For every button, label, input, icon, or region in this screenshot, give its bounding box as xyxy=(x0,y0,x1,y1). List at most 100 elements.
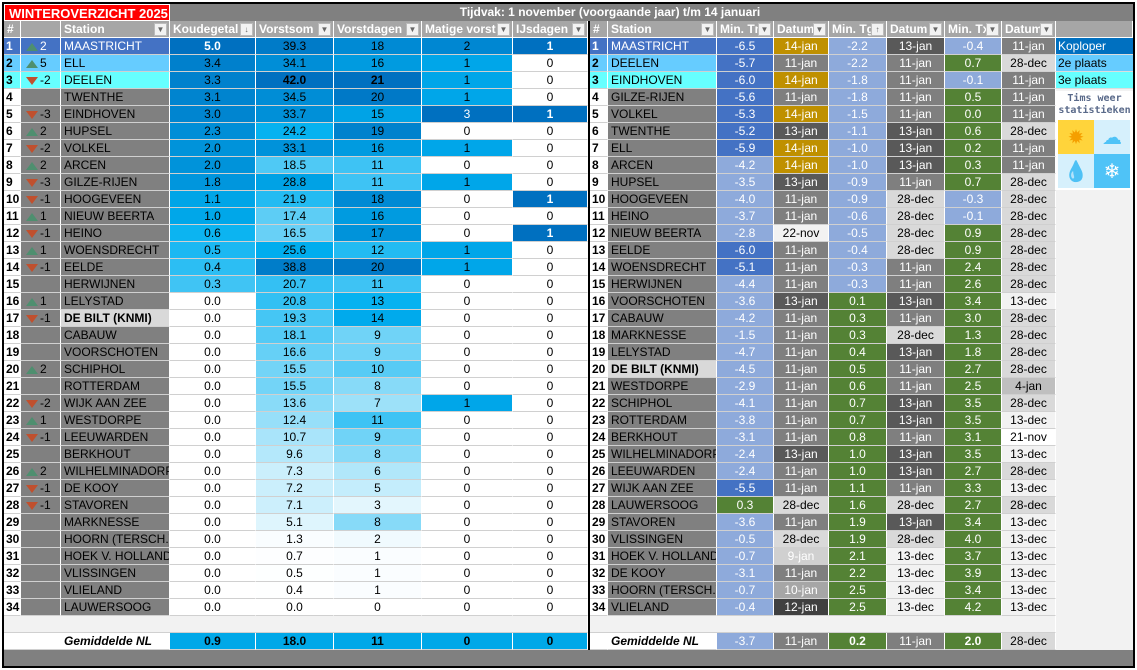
cloud-icon: ☁ xyxy=(1094,120,1130,154)
trend-indicator xyxy=(21,599,61,616)
header-station[interactable]: Station ▼ xyxy=(61,21,170,38)
station-name: LAUWERSOOG xyxy=(61,599,170,616)
row-rank: 19 xyxy=(590,344,608,361)
filter-dropdown-icon[interactable]: ▼ xyxy=(986,23,999,36)
filter-dropdown-icon[interactable]: ▼ xyxy=(758,23,771,36)
station-name: ELL xyxy=(608,140,717,157)
station-name: VLIELAND xyxy=(608,599,717,616)
min-tn-value: -3.6 xyxy=(717,293,774,310)
datum-tg: 13-jan xyxy=(887,344,945,361)
average-value: 0 xyxy=(513,633,588,650)
min-tx-value: 0.0 xyxy=(945,106,1002,123)
station-name: ARCEN xyxy=(61,157,170,174)
min-tg-value: 0.8 xyxy=(829,429,887,446)
header-station[interactable]: Station ▼ xyxy=(608,21,717,38)
datum-tx: 28-dec xyxy=(1002,208,1056,225)
min-tx-value: 2.7 xyxy=(945,361,1002,378)
koudegetal-value: 0.0 xyxy=(170,310,256,327)
datum-tg: 28-dec xyxy=(887,225,945,242)
header-koudegetal[interactable]: Koudegetal ↓ xyxy=(170,21,256,38)
min-tx-value: 2.7 xyxy=(945,497,1002,514)
filter-dropdown-icon[interactable]: ↑ xyxy=(871,23,884,36)
filter-dropdown-icon[interactable]: ▼ xyxy=(497,23,510,36)
filter-dropdown-icon[interactable]: ▼ xyxy=(572,23,585,36)
vorstsom-value: 16.6 xyxy=(256,344,334,361)
filter-dropdown-icon[interactable]: ▼ xyxy=(154,23,167,36)
datum-tg: 13-jan xyxy=(887,38,945,55)
row-rank: 31 xyxy=(590,548,608,565)
min-tn-value: -5.2 xyxy=(717,123,774,140)
datum-tx: 11-jan xyxy=(1002,157,1056,174)
header-label: Datum xyxy=(890,22,928,36)
ijsdagen-value: 0 xyxy=(513,463,588,480)
koudegetal-value: 0.0 xyxy=(170,327,256,344)
row-rank: 25 xyxy=(590,446,608,463)
vorstdagen-value: 2 xyxy=(334,531,422,548)
datum-tx: 28-dec xyxy=(1002,310,1056,327)
ijsdagen-value: 0 xyxy=(513,395,588,412)
arrow-down-icon xyxy=(26,433,38,442)
arrow-down-icon xyxy=(26,501,38,510)
filter-dropdown-icon[interactable]: ▼ xyxy=(813,23,826,36)
header-label: Matige vorst xyxy=(425,22,496,36)
ijsdagen-value: 1 xyxy=(513,38,588,55)
station-name: WESTDORPE xyxy=(608,378,717,395)
matige-vorst-value: 1 xyxy=(422,140,513,157)
arrow-up-icon xyxy=(26,42,38,51)
datum-tg: 13-jan xyxy=(887,446,945,463)
row-rank: 34 xyxy=(590,599,608,616)
datum-tn: 22-nov xyxy=(774,225,829,242)
koudegetal-value: 0.3 xyxy=(170,276,256,293)
snowflake-icon: ❄ xyxy=(1094,154,1130,188)
vorstsom-value: 9.6 xyxy=(256,446,334,463)
arrow-up-icon xyxy=(26,161,38,170)
station-name: HUPSEL xyxy=(61,123,170,140)
vorstdagen-value: 9 xyxy=(334,429,422,446)
header-datum-tn[interactable]: Datum ▼ xyxy=(774,21,829,38)
vorstsom-value: 24.2 xyxy=(256,123,334,140)
station-name: LAUWERSOOG xyxy=(608,497,717,514)
row-rank: 32 xyxy=(4,565,21,582)
header-matige-vorst[interactable]: Matige vorst ▼ xyxy=(422,21,513,38)
filter-dropdown-icon[interactable]: ↓ xyxy=(240,23,253,36)
trend-indicator xyxy=(21,531,61,548)
header-label: # xyxy=(593,22,600,36)
header-min-tg[interactable]: Min. Tg ↑ xyxy=(829,21,887,38)
filter-dropdown-icon[interactable]: ▼ xyxy=(701,23,714,36)
min-tx-value: 0.2 xyxy=(945,140,1002,157)
row-rank: 30 xyxy=(4,531,21,548)
arrow-down-icon xyxy=(26,195,38,204)
avg-min-tn: -3.7 xyxy=(717,633,774,650)
matige-vorst-value: 0 xyxy=(422,412,513,429)
min-tn-value: -6.0 xyxy=(717,72,774,89)
header-vorstsom[interactable]: Vorstsom ▼ xyxy=(256,21,334,38)
trend-indicator: -1 xyxy=(21,191,61,208)
datum-tx: 11-jan xyxy=(1002,106,1056,123)
min-tn-value: -3.6 xyxy=(717,514,774,531)
filter-dropdown-icon[interactable]: ▼ xyxy=(929,23,942,36)
header-min-tn[interactable]: Min. Tn ▼ xyxy=(717,21,774,38)
row-rank: 30 xyxy=(590,531,608,548)
koudegetal-value: 0.0 xyxy=(170,429,256,446)
row-rank: 2 xyxy=(590,55,608,72)
header-min-tx[interactable]: Min. Tx ▼ xyxy=(945,21,1002,38)
arrow-down-icon xyxy=(26,178,38,187)
station-name: HERWIJNEN xyxy=(608,276,717,293)
min-tn-value: 0.3 xyxy=(717,497,774,514)
header-datum-tg[interactable]: Datum ▼ xyxy=(887,21,945,38)
filter-dropdown-icon[interactable]: ▼ xyxy=(318,23,331,36)
matige-vorst-value: 3 xyxy=(422,106,513,123)
header-ijsdagen[interactable]: IJsdagen ▼ xyxy=(513,21,588,38)
datum-tg: 13-dec xyxy=(887,565,945,582)
station-name: ROTTERDAM xyxy=(608,412,717,429)
header-vorstdagen[interactable]: Vorstdagen ▼ xyxy=(334,21,422,38)
koudegetal-value: 0.0 xyxy=(170,514,256,531)
row-rank: 21 xyxy=(4,378,21,395)
header-datum-tx[interactable]: Datum ▼ xyxy=(1002,21,1056,38)
station-name: WOENSDRECHT xyxy=(61,242,170,259)
filter-dropdown-icon[interactable]: ▼ xyxy=(406,23,419,36)
filter-dropdown-icon[interactable]: ▼ xyxy=(1040,23,1053,36)
datum-tn: 13-jan xyxy=(774,123,829,140)
ijsdagen-value: 0 xyxy=(513,582,588,599)
vorstdagen-value: 11 xyxy=(334,157,422,174)
